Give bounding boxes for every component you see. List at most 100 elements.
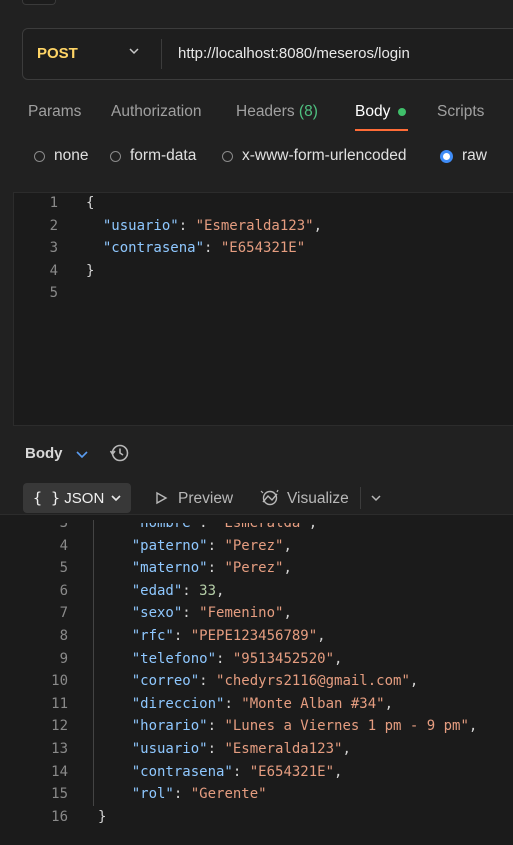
- json-punct: [98, 583, 132, 599]
- json-format: { } JSON: [33, 489, 104, 507]
- line-number: 1: [49, 195, 58, 211]
- chevron-down-icon[interactable]: [74, 446, 90, 462]
- play-icon: [156, 491, 168, 505]
- visualize-button[interactable]: Visualize: [287, 490, 349, 508]
- json-punct: :: [173, 628, 191, 644]
- json-punct: {: [86, 195, 95, 211]
- json-string: "Femenino": [199, 605, 284, 622]
- chevron-down-icon: [111, 495, 121, 502]
- code-line: "rol": "Gerente": [98, 786, 267, 802]
- json-key: "telefono": [131, 650, 217, 667]
- json-string: "chedyrs2116@gmail.com": [216, 673, 410, 690]
- json-key: "rfc": [131, 628, 174, 644]
- radio-none-label: none: [54, 147, 89, 164]
- json-string: "Lunes a Viernes 1 pm - 9 pm": [224, 718, 469, 735]
- json-string: "Esmeralda123": [195, 217, 314, 234]
- json-key: "usuario": [131, 741, 208, 757]
- json-format-label: JSON: [64, 490, 105, 507]
- line-number: 16: [51, 808, 68, 825]
- radio-urlencoded[interactable]: x-www-form-urlencoded: [222, 147, 407, 165]
- code-line: "contrasena": "E654321E",: [98, 763, 343, 780]
- indent-guide: [93, 520, 94, 806]
- json-punct: ,: [334, 650, 343, 667]
- json-key: "rol": [131, 786, 174, 803]
- json-punct: [98, 673, 132, 689]
- response-body-label[interactable]: Body: [25, 445, 63, 462]
- json-string: "E654321E": [220, 240, 306, 256]
- code-line: "direccion": "Monte Alban #34",: [98, 696, 393, 712]
- radio-form-data-label: form-data: [130, 147, 197, 164]
- radio-form-data[interactable]: form-data: [110, 147, 196, 165]
- url-bar: POST http://localhost:8080/meseros/login: [22, 28, 513, 80]
- url-input[interactable]: http://localhost:8080/meseros/login: [178, 45, 410, 62]
- code-line: "telefono": "9513452520",: [98, 650, 343, 667]
- radio-urlencoded-label: x-www-form-urlencoded: [242, 147, 407, 164]
- json-string: "Gerente": [190, 786, 267, 803]
- code-line: "sexo": "Femenino",: [98, 605, 292, 621]
- json-string: "Perez": [224, 560, 284, 577]
- json-key: "sexo": [131, 605, 183, 622]
- json-punct: ,: [334, 763, 343, 780]
- json-punct: :: [182, 582, 200, 599]
- line-number: 15: [51, 786, 68, 803]
- json-key: "edad": [131, 582, 183, 599]
- json-key: "usuario": [102, 217, 179, 234]
- line-number: 14: [51, 763, 68, 780]
- json-punct: :: [207, 560, 225, 577]
- json-punct: :: [224, 695, 242, 712]
- tab-headers-label: Headers: [236, 103, 295, 120]
- tab-body[interactable]: Body: [355, 103, 390, 121]
- response-format-select[interactable]: { } JSON: [23, 483, 131, 513]
- radio-raw[interactable]: raw: [440, 147, 487, 165]
- line-number: 10: [51, 673, 68, 690]
- json-punct: [98, 696, 132, 712]
- line-number: 5: [49, 285, 58, 301]
- tab-headers[interactable]: Headers (8): [236, 103, 318, 121]
- json-key: "contrasena": [131, 763, 233, 780]
- tab-params[interactable]: Params: [28, 103, 81, 121]
- json-punct: ,: [216, 582, 225, 599]
- json-punct: :: [216, 650, 233, 667]
- json-punct: :: [207, 537, 225, 554]
- line-number: 4: [49, 262, 58, 279]
- json-punct: [98, 651, 132, 667]
- json-punct: [98, 718, 132, 734]
- json-punct: [98, 538, 132, 554]
- json-punct: ,: [283, 605, 292, 622]
- json-string: "Esmeralda123": [224, 741, 343, 757]
- json-punct: ,: [283, 537, 292, 554]
- preview-button[interactable]: Preview: [178, 490, 233, 508]
- chevron-down-icon[interactable]: [127, 44, 141, 58]
- line-number: 5: [59, 560, 68, 577]
- json-key: "horario": [131, 718, 208, 735]
- json-punct: :: [182, 605, 200, 622]
- line-number: 11: [51, 695, 68, 712]
- top-tab-stub: [22, 0, 56, 5]
- line-number: 7: [59, 605, 68, 622]
- json-punct: ,: [409, 673, 419, 690]
- code-line: "usuario": "Esmeralda123",: [86, 218, 322, 234]
- radio-none[interactable]: none: [34, 147, 88, 165]
- method-select[interactable]: POST: [37, 45, 78, 62]
- json-string: "E654321E": [249, 763, 335, 780]
- code-line: "edad": 33,: [98, 582, 225, 599]
- json-punct: }: [98, 808, 107, 825]
- toolbar-divider: [360, 487, 361, 509]
- json-number: 33: [199, 582, 217, 599]
- json-punct: [98, 605, 132, 621]
- tab-scripts[interactable]: Scripts: [437, 103, 484, 121]
- json-punct: :: [207, 741, 225, 757]
- json-punct: ,: [317, 628, 326, 644]
- chevron-down-icon[interactable]: [369, 491, 383, 505]
- json-key: "paterno": [131, 537, 208, 554]
- code-line: }: [86, 263, 94, 279]
- tab-body-underline: [355, 129, 408, 131]
- code-line: "rfc": "PEPE123456789",: [98, 628, 326, 644]
- line-number: 6: [59, 582, 68, 599]
- code-line: {: [86, 195, 94, 211]
- code-line: "usuario": "Esmeralda123",: [98, 741, 351, 757]
- radio-circle-selected: [440, 149, 453, 163]
- line-number: 13: [51, 741, 68, 757]
- history-icon[interactable]: [108, 442, 130, 464]
- tab-authorization[interactable]: Authorization: [111, 103, 201, 121]
